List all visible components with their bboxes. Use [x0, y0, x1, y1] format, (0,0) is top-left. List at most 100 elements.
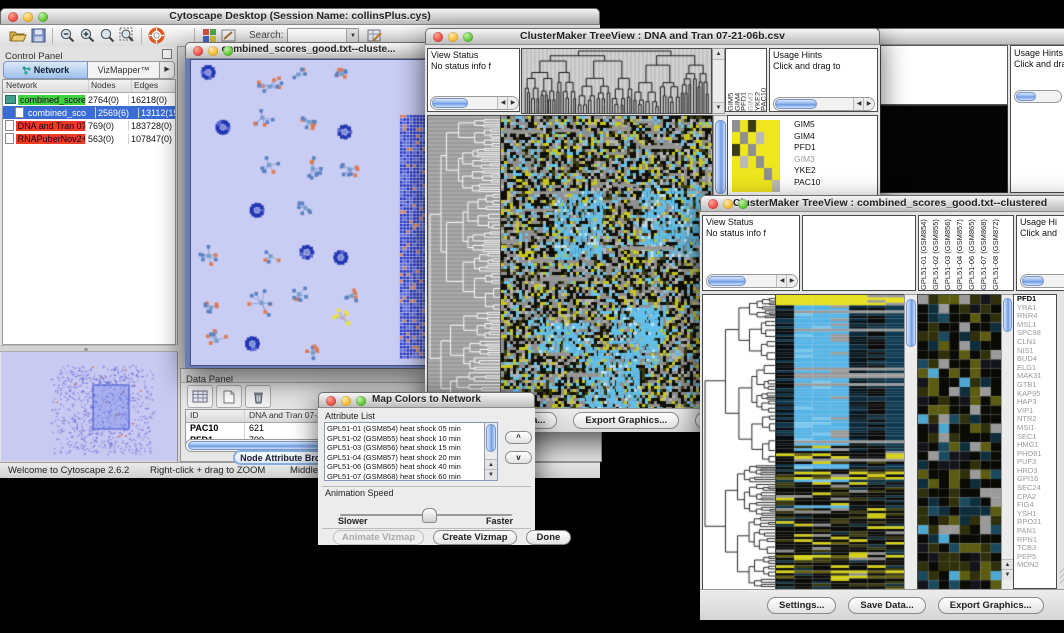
tv1-status-scrollbar[interactable]: ◀▶	[430, 96, 519, 110]
network-icon	[22, 66, 31, 75]
network-edges-count: 13112(15)	[139, 108, 175, 118]
minimize-icon[interactable]	[208, 46, 218, 56]
status-welcome: Welcome to Cytoscape 2.6.2	[8, 465, 129, 476]
minimize-icon[interactable]	[723, 199, 733, 209]
tv2-row-dendrogram[interactable]	[702, 294, 777, 591]
network-window-titlebar[interactable]: combined_scores_good.txt--cluste...	[185, 42, 432, 59]
tv2-heatmap[interactable]	[775, 294, 905, 591]
network-row[interactable]: RNAPuberNov2+563(0)107847(0)	[3, 132, 175, 145]
attribute-list-scrollbar[interactable]: ▲ ▼	[484, 423, 497, 480]
minimize-icon[interactable]	[23, 12, 33, 22]
attribute-list-item[interactable]: GPL51-01 (GSM854) heat shock 05 min	[327, 424, 497, 434]
dp-col-id[interactable]: ID	[186, 410, 245, 422]
background-window-titlebar[interactable]	[878, 28, 1064, 45]
zoom-fit-icon[interactable]	[97, 26, 117, 46]
zoom-window-icon[interactable]	[463, 32, 473, 42]
treeview1-title: ClusterMaker TreeView : DNA and Tran 07-…	[426, 30, 879, 42]
resize-grip[interactable]	[1060, 566, 1064, 586]
tv2-column-dendrogram[interactable]	[802, 215, 916, 291]
save-data-button[interactable]: Save Data...	[848, 597, 925, 614]
close-icon[interactable]	[433, 32, 443, 42]
zoom-out-icon[interactable]	[57, 26, 77, 46]
tab-overflow-arrow[interactable]: ▶	[160, 61, 175, 79]
tv2-heatmap-vscrollbar[interactable]	[904, 294, 918, 591]
create-vizmap-button[interactable]: Create Vizmap	[433, 530, 516, 545]
export-graphics-button[interactable]: Export Graphics...	[573, 412, 679, 429]
data-row-id: PAC10	[186, 423, 245, 435]
network-row[interactable]: DNA and Tran 07769(0)183728(0)	[3, 119, 175, 132]
tv1-row-dendrogram[interactable]	[427, 115, 501, 409]
move-down-button[interactable]: v	[505, 451, 532, 464]
birdseye-view-canvas[interactable]	[1, 352, 177, 461]
close-icon[interactable]	[193, 46, 203, 56]
close-icon[interactable]	[708, 199, 718, 209]
move-up-button[interactable]: ^	[505, 431, 532, 444]
tv2-zoom-heatmap[interactable]	[917, 294, 1002, 591]
search-label: Search:	[249, 30, 283, 41]
zoom-in-icon[interactable]	[77, 26, 97, 46]
zoom-window-icon[interactable]	[356, 396, 366, 406]
tv2-column-label: GPL51-03 (GSM856)	[943, 216, 955, 290]
attribute-list-item[interactable]: GPL51-04 (GSM857) heat shock 20 min	[327, 453, 497, 463]
panel-divider[interactable]	[0, 345, 178, 352]
treeview2-titlebar[interactable]: ClusterMaker TreeView : combined_scores_…	[700, 195, 1064, 212]
col-header-edges[interactable]: Edges	[132, 80, 175, 92]
minimize-icon[interactable]	[448, 32, 458, 42]
network-row[interactable]: combined_sco2569(6)13112(15)	[3, 106, 175, 119]
slider-thumb[interactable]	[422, 508, 437, 523]
export-graphics-button[interactable]: Export Graphics...	[938, 597, 1044, 614]
zoom-selected-icon[interactable]	[117, 26, 137, 46]
tv1-summary-label: PFD1	[794, 142, 820, 154]
network-name: combined_sco	[26, 108, 88, 118]
zoom-window-icon[interactable]	[223, 46, 233, 56]
tv1-column-label: PAC10	[759, 49, 766, 111]
main-title: Cytoscape Desktop (Session Name: collins…	[1, 10, 599, 22]
zoom-window-icon[interactable]	[738, 199, 748, 209]
col-header-nodes[interactable]: Nodes	[89, 80, 132, 92]
attribute-list-item[interactable]: GPL51-06 (GSM865) heat shock 40 min	[327, 462, 497, 472]
tv1-summary-matrix[interactable]	[732, 120, 780, 192]
new-attribute-icon[interactable]	[216, 385, 242, 408]
background-hints-scrollbar[interactable]	[1014, 90, 1062, 103]
delete-attribute-icon[interactable]	[245, 385, 271, 408]
network-edges-count: 16218(0)	[129, 95, 175, 105]
minimize-icon[interactable]	[341, 396, 351, 406]
settings-button[interactable]: Settings...	[767, 597, 836, 614]
search-dropdown-icon[interactable]: ▼	[346, 29, 358, 43]
attribute-table-icon[interactable]	[187, 385, 213, 408]
window-controls[interactable]	[8, 12, 48, 22]
main-titlebar[interactable]: Cytoscape Desktop (Session Name: collins…	[0, 8, 600, 25]
treeview1-titlebar[interactable]: ClusterMaker TreeView : DNA and Tran 07-…	[425, 28, 880, 45]
float-panel-icon[interactable]	[162, 49, 172, 59]
dialog-titlebar[interactable]: Map Colors to Network	[318, 392, 535, 408]
tab-network[interactable]: Network	[3, 61, 88, 79]
attribute-list-item[interactable]: GPL51-02 (GSM855) heat shock 10 min	[327, 434, 497, 444]
done-button[interactable]: Done	[526, 530, 572, 545]
attribute-list-item[interactable]: GPL51-03 (GSM856) heat shock 15 min	[327, 443, 497, 453]
tab-vizmapper[interactable]: VizMapper™	[88, 61, 160, 79]
save-icon[interactable]	[28, 26, 48, 46]
tv2-status-scrollbar[interactable]: ◀▶	[706, 274, 798, 288]
gene-label[interactable]: MON2	[1017, 561, 1056, 570]
attribute-list-label: Attribute List	[325, 411, 375, 421]
network-canvas[interactable]	[190, 59, 429, 366]
close-icon[interactable]	[326, 396, 336, 406]
tv1-mini-scrollbar[interactable]: ▲ ▼	[712, 48, 725, 114]
animate-vizmap-button[interactable]: Animate Vizmap	[333, 530, 424, 545]
network-row[interactable]: combined_scores2764(0)16218(0)	[3, 93, 175, 106]
attribute-list-item[interactable]: GPL51-07 (GSM868) heat shock 60 min	[327, 472, 497, 481]
help-lifering-icon[interactable]	[146, 26, 166, 46]
tv1-column-label: GIM5	[726, 49, 733, 111]
tv1-hints-scrollbar[interactable]: ◀▶	[773, 97, 875, 111]
close-icon[interactable]	[8, 12, 18, 22]
tv1-usage-hints: Usage Hints Click and drag to ◀▶	[769, 48, 878, 112]
tv1-heatmap[interactable]	[500, 115, 713, 409]
tv2-hints-scrollbar[interactable]	[1020, 274, 1064, 288]
slower-label: Slower	[338, 516, 368, 526]
col-header-network[interactable]: Network	[3, 80, 89, 92]
attribute-listbox[interactable]: GPL51-01 (GSM854) heat shock 05 minGPL51…	[324, 422, 498, 481]
open-file-icon[interactable]	[8, 26, 28, 46]
zoom-window-icon[interactable]	[38, 12, 48, 22]
tv1-column-dendrogram[interactable]	[521, 48, 712, 114]
tv1-column-labels: GIM5GIM4PFD1GIM3YKE2PAC10	[725, 48, 767, 112]
